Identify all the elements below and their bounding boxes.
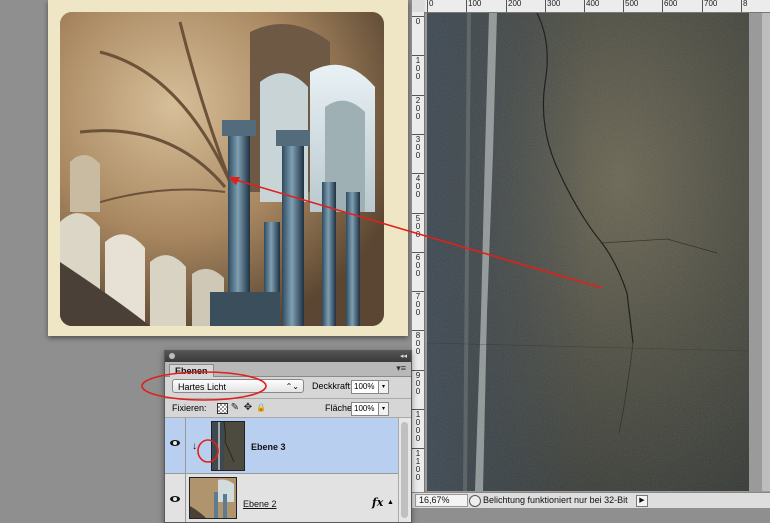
layer-list-scrollbar[interactable] [398, 418, 411, 522]
ruler-label: 5 0 0 [415, 213, 421, 239]
ruler-label: 100 [468, 0, 482, 8]
ruler-label: 6 0 0 [415, 252, 421, 278]
fill-input[interactable]: 100% [351, 402, 380, 416]
lock-position-icon[interactable]: ✥ [242, 402, 254, 414]
tab-layers[interactable]: Ebenen [169, 364, 214, 377]
layer-thumbnail-image [190, 478, 236, 518]
blend-mode-select[interactable]: Hartes Licht ⌃⌄ [172, 379, 304, 393]
ruler-label: 500 [625, 0, 639, 8]
scroll-thumb[interactable] [401, 422, 408, 518]
ruler-label: 8 0 0 [415, 331, 421, 357]
horizontal-ruler[interactable]: 0 100 200 300 400 500 600 700 8 [425, 0, 770, 13]
select-arrows-icon: ⌃⌄ [285, 382, 299, 391]
lock-label: Fixieren: [172, 403, 207, 413]
lock-transparency-icon[interactable] [217, 403, 228, 414]
collapse-icon[interactable]: ◂◂ [400, 351, 407, 362]
ruler-label: 0 [415, 17, 421, 26]
layer-thumbnail-image [212, 422, 244, 470]
fill-dropdown-icon[interactable]: ▾ [378, 402, 389, 416]
vertical-scrollbar[interactable] [762, 13, 770, 491]
effects-expand-icon[interactable]: ▲ [387, 499, 394, 506]
layer-effects-icon[interactable]: fx [372, 497, 383, 508]
layer-thumbnail[interactable] [189, 477, 237, 519]
clipping-mask-icon: ↓ [192, 441, 197, 452]
ruler-label: 8 [743, 0, 748, 8]
visibility-toggle[interactable] [165, 474, 186, 522]
ruler-label: 0 [429, 0, 434, 8]
layers-panel: ◂◂ Ebenen ▾≡ Hartes Licht ⌃⌄ Deckkraft: … [164, 350, 412, 523]
layer-name[interactable]: Ebene 3 [251, 442, 286, 453]
close-icon[interactable] [169, 353, 175, 359]
status-message: Belichtung funktioniert nur bei 32-Bit [483, 495, 628, 505]
layer-thumbnail[interactable] [211, 421, 245, 471]
vertical-ruler[interactable]: 0 1 0 0 2 0 0 3 0 0 4 0 0 5 0 0 6 0 0 7 0 0 8 0 … [412, 12, 425, 492]
lock-all-icon[interactable]: 🔒 [255, 402, 267, 414]
concrete-texture [427, 13, 749, 491]
status-bar: 16,67% Belichtung funktioniert nur bei 3… [412, 492, 770, 508]
texture-canvas[interactable] [427, 13, 749, 491]
document-window: 0 100 200 300 400 500 600 700 8 0 1 0 0 2 … [412, 0, 770, 508]
opacity-label: Deckkraft: [312, 381, 353, 391]
lock-pixels-icon[interactable]: ✎ [229, 402, 241, 414]
architecture-photo [60, 12, 384, 326]
visibility-toggle[interactable] [165, 418, 186, 473]
panel-tabbar: Ebenen ▾≡ [165, 362, 411, 377]
ruler-label: 600 [664, 0, 678, 8]
opacity-dropdown-icon[interactable]: ▾ [378, 380, 389, 394]
ruler-label: 400 [586, 0, 600, 8]
ruler-label: 200 [508, 0, 522, 8]
blend-mode-row: Hartes Licht ⌃⌄ Deckkraft: 100% ▾ [165, 378, 411, 396]
zoom-level-field[interactable]: 16,67% [415, 494, 468, 507]
layer-row-ebene-2[interactable]: Ebene 2 fx ▲ [165, 474, 399, 522]
ruler-label: 7 0 0 [415, 292, 421, 318]
panel-menu-icon[interactable]: ▾≡ [396, 363, 406, 374]
lock-row: Fixieren: ✎ ✥ 🔒 Fläche: 100% ▾ [165, 398, 411, 418]
ruler-label: 1 0 0 0 [415, 410, 421, 443]
panel-titlebar[interactable]: ◂◂ [165, 351, 411, 362]
ruler-label: 9 0 0 [415, 370, 421, 396]
ruler-label: 4 0 0 [415, 174, 421, 200]
layer-list: ↓ Ebene 3 Ebene 2 fx ▲ [165, 418, 399, 522]
clock-icon [469, 495, 481, 507]
ruler-label: 1 0 0 [415, 56, 421, 82]
status-menu-arrow[interactable]: ▶ [636, 495, 648, 507]
layer-name[interactable]: Ebene 2 [243, 499, 277, 510]
architecture-photo-drawing [60, 12, 384, 326]
blend-mode-value: Hartes Licht [178, 382, 227, 392]
ruler-label: 700 [704, 0, 718, 8]
eye-icon [170, 440, 180, 446]
ruler-label: 3 0 0 [415, 134, 421, 160]
ruler-label: 1 1 0 0 [415, 449, 421, 483]
opacity-input[interactable]: 100% [351, 380, 380, 394]
eye-icon [170, 496, 180, 502]
clipping-cell: ↓ [186, 418, 210, 473]
layer-row-ebene-3[interactable]: ↓ Ebene 3 [165, 418, 399, 474]
photo-card [48, 0, 408, 336]
ruler-label: 300 [547, 0, 561, 8]
ruler-label: 2 0 0 [415, 95, 421, 121]
